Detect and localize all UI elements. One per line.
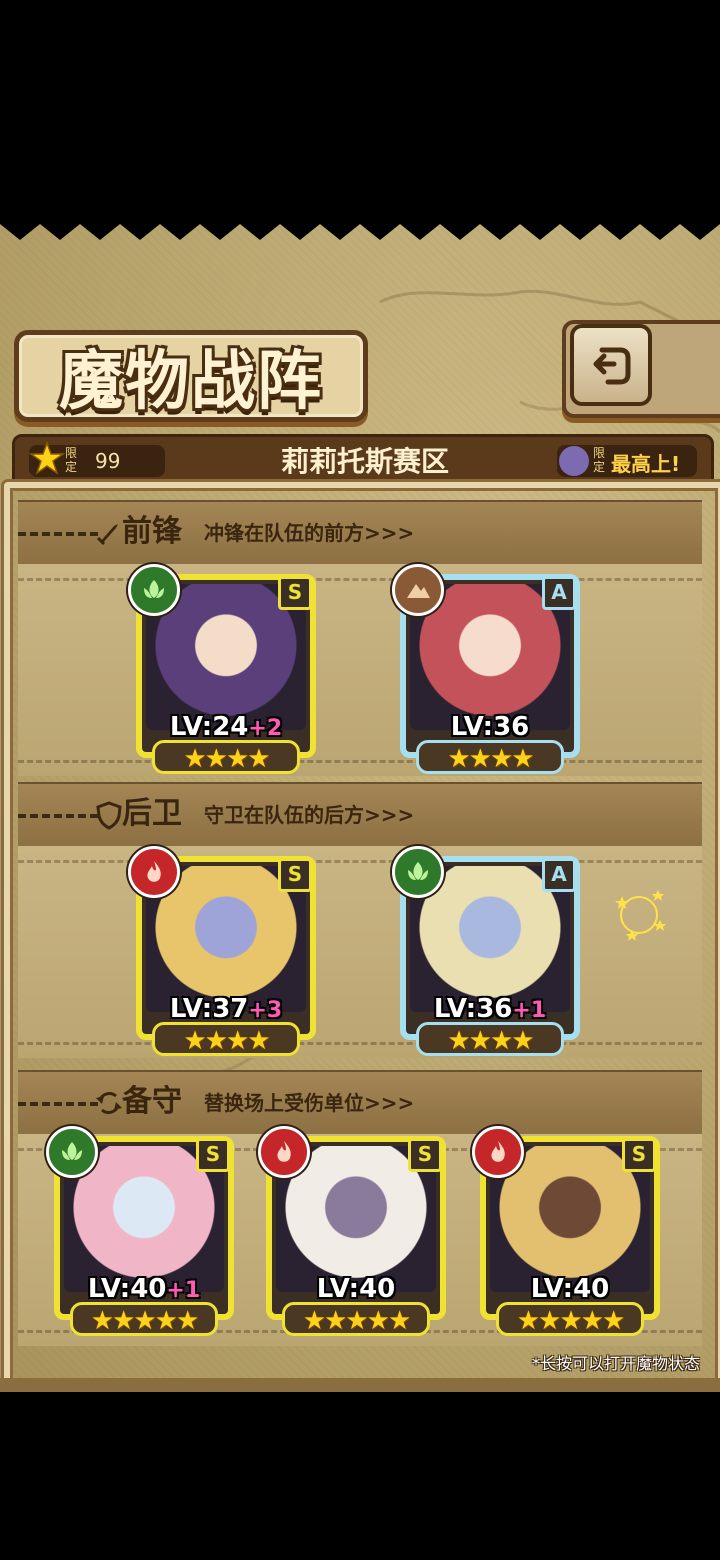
section-desc: 替换场上受伤单位>>> (204, 1091, 415, 1115)
monster-card[interactable]: S ★★★★★ LV:40 (472, 1126, 660, 1336)
star-rating: ★★★★★ (516, 1306, 626, 1336)
title-plate: 魔物战阵 (14, 330, 368, 422)
monster-level: LV:36+1 (406, 994, 574, 1024)
monster-card[interactable]: S ★★★★★ LV:40+1 (46, 1126, 234, 1336)
star-rating: ★★★★ (447, 1026, 534, 1056)
divider (18, 532, 98, 536)
star-rating: ★★★★★ (90, 1306, 200, 1336)
level-text: LV:40 (316, 1274, 396, 1304)
section-desc: 冲锋在队伍的前方>>> (204, 521, 415, 545)
limit-tag: 限定 (64, 446, 77, 474)
monster-card[interactable]: A ★★★★ LV:36+1 (392, 846, 580, 1056)
level-text: LV:36 (433, 994, 513, 1024)
max-tag: 限定 (592, 446, 605, 474)
monster-card[interactable]: S ★★★★ LV:24+2 (128, 564, 316, 774)
empty-slot-sparkle-icon[interactable] (608, 884, 670, 946)
shield-icon (96, 801, 122, 830)
monster-card[interactable]: S ★★★★★ LV:40 (258, 1126, 446, 1336)
monster-card[interactable]: S ★★★★ LV:37+3 (128, 846, 316, 1056)
fire-icon (258, 1126, 310, 1178)
level-text: LV:24 (169, 712, 249, 742)
earth-icon (392, 564, 444, 616)
swap-icon (96, 1091, 122, 1115)
section-desc: 守卫在队伍的后方>>> (204, 803, 415, 827)
max-limit-indicator[interactable]: 限定 最高上! (557, 445, 697, 477)
grass-icon (392, 846, 444, 898)
limit-value: 99 (95, 449, 121, 473)
level-text: LV:36 (450, 712, 530, 742)
rank-badge: S (196, 1138, 230, 1172)
zigzag-top-edge (0, 212, 720, 240)
hint-text: *长按可以打开魔物状态 (531, 1354, 700, 1373)
divider (18, 814, 98, 818)
sword-icon (96, 524, 118, 546)
level-text: LV:40 (87, 1274, 167, 1304)
panel-bottom-edge (0, 1378, 720, 1392)
back-button[interactable] (570, 324, 652, 406)
page-title: 魔物战阵 (59, 344, 323, 419)
grass-icon (46, 1126, 98, 1178)
level-bonus: +2 (248, 716, 283, 741)
star-rating: ★★★★ (183, 1026, 270, 1056)
max-value: 最高上! (611, 452, 681, 474)
rank-badge: S (622, 1138, 656, 1172)
star-rating: ★★★★ (183, 744, 270, 774)
formation-panel: 魔物战阵 限定 99 莉莉托斯赛区 限定 最高上! 前锋 冲锋在队伍的前方>>>… (0, 212, 720, 1392)
section-title: 前锋 (122, 514, 182, 549)
section-rearguard: 后卫 守卫在队伍的后方>>> (18, 782, 702, 848)
fire-icon (472, 1126, 524, 1178)
rank-badge: A (542, 576, 576, 610)
star-icon (29, 441, 65, 475)
monster-level: LV:40 (272, 1274, 440, 1304)
star-rating: ★★★★★ (302, 1306, 412, 1336)
monster-level: LV:40+1 (60, 1274, 228, 1304)
level-bonus: +1 (512, 998, 547, 1023)
monster-avatar-icon (559, 446, 589, 476)
rank-badge: S (278, 576, 312, 610)
grass-icon (128, 564, 180, 616)
level-bonus: +3 (248, 998, 283, 1023)
star-rating: ★★★★ (447, 744, 534, 774)
monster-level: LV:36 (406, 712, 574, 742)
rank-badge: S (408, 1138, 442, 1172)
divider (18, 1102, 98, 1106)
fire-icon (128, 846, 180, 898)
section-title: 备守 (122, 1084, 182, 1119)
level-text: LV:40 (530, 1274, 610, 1304)
section-reserve: 备守 替换场上受伤单位>>> (18, 1070, 702, 1136)
monster-level: LV:24+2 (142, 712, 310, 742)
level-bonus: +1 (166, 1278, 201, 1303)
level-text: LV:37 (169, 994, 249, 1024)
rearguard-row (18, 846, 702, 1058)
region-title: 莉莉托斯赛区 (280, 445, 449, 478)
section-vanguard: 前锋 冲锋在队伍的前方>>> (18, 500, 702, 566)
vanguard-row (18, 564, 702, 776)
monster-card[interactable]: A ★★★★ LV:36 (392, 564, 580, 774)
section-title: 后卫 (122, 796, 182, 831)
limit-counter: 限定 99 (29, 441, 165, 477)
back-arrow-icon (593, 347, 631, 385)
monster-level: LV:37+3 (142, 994, 310, 1024)
rank-badge: A (542, 858, 576, 892)
monster-level: LV:40 (486, 1274, 654, 1304)
rank-badge: S (278, 858, 312, 892)
